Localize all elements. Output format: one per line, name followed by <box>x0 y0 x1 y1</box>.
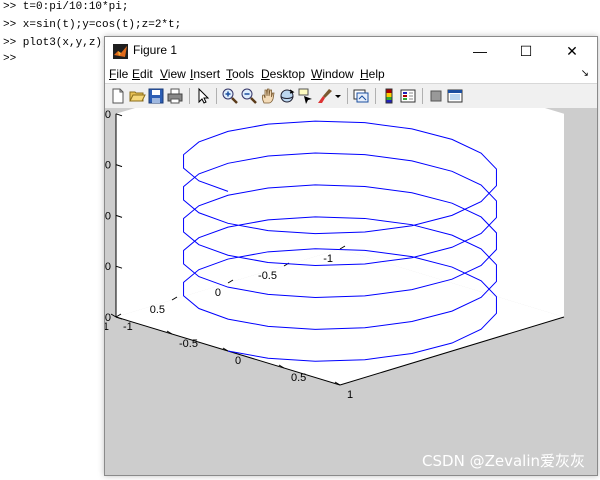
brush-icon[interactable] <box>316 87 334 105</box>
x-tick-label: -1 <box>123 321 133 333</box>
toolbar-separator <box>347 88 348 104</box>
console-line: >> x=sin(t);y=cos(t);z=2*t; <box>3 19 182 31</box>
y-tick-label: -0.5 <box>258 270 277 282</box>
data-cursor-icon[interactable] <box>297 87 315 105</box>
close-button[interactable]: ✕ <box>549 37 595 65</box>
link-plot-icon[interactable] <box>352 87 370 105</box>
matlab-logo-icon <box>113 44 128 59</box>
console-line: >> t=0:pi/10:10*pi; <box>3 1 129 13</box>
menu-help[interactable]: Help <box>360 67 385 81</box>
legend-icon[interactable] <box>399 87 417 105</box>
rotate-3d-icon[interactable] <box>278 87 296 105</box>
x-tick-label: 0 <box>235 355 241 367</box>
zoom-in-icon[interactable] <box>221 87 239 105</box>
figure-toolbar <box>105 83 597 109</box>
menu-bar: File Edit View Insert Tools Desktop Wind… <box>105 65 597 83</box>
plot-area[interactable]: 020406080-1-0.500.51-1-0.500.51 CSDN @Ze… <box>105 108 597 475</box>
new-figure-icon[interactable] <box>109 87 127 105</box>
toolbar-separator <box>189 88 190 104</box>
y-tick-label: 1 <box>105 321 109 333</box>
pan-icon[interactable] <box>259 87 277 105</box>
toolbar-separator <box>375 88 376 104</box>
brush-menu-icon[interactable] <box>333 87 343 105</box>
x-tick <box>110 313 117 318</box>
menu-desktop[interactable]: Desktop <box>261 67 305 81</box>
plot3-axes[interactable]: 020406080-1-0.500.51-1-0.500.51 <box>105 108 597 475</box>
menu-edit[interactable]: Edit <box>132 67 153 81</box>
edit-plot-icon[interactable] <box>194 87 212 105</box>
x-tick-label: 0.5 <box>291 372 306 384</box>
title-bar[interactable]: Figure 1 — ☐ ✕ <box>105 37 597 65</box>
toolbar-separator <box>422 88 423 104</box>
watermark-text: CSDN @Zevalin爱灰灰 <box>422 452 585 470</box>
toolbar-separator <box>216 88 217 104</box>
y-tick-label: 0 <box>215 287 221 299</box>
z-tick-label: 20 <box>105 261 111 273</box>
menu-file[interactable]: File <box>109 67 128 81</box>
save-icon[interactable] <box>147 87 165 105</box>
z-tick-label: 40 <box>105 210 111 222</box>
hide-plot-tools-icon[interactable] <box>427 87 445 105</box>
menu-insert[interactable]: Insert <box>190 67 220 81</box>
menu-view[interactable]: View <box>160 67 186 81</box>
menu-window[interactable]: Window <box>311 67 354 81</box>
print-icon[interactable] <box>166 87 184 105</box>
zoom-out-icon[interactable] <box>240 87 258 105</box>
open-file-icon[interactable] <box>128 87 146 105</box>
figure-window: Figure 1 — ☐ ✕ File Edit View Insert Too… <box>104 36 598 476</box>
x-tick-label: -0.5 <box>179 338 198 350</box>
y-tick-label: 0.5 <box>150 304 165 316</box>
window-title: Figure 1 <box>133 43 178 57</box>
colorbar-icon[interactable] <box>380 87 398 105</box>
maximize-button[interactable]: ☐ <box>503 37 549 65</box>
dock-arrow-icon[interactable]: ↘ <box>581 68 589 79</box>
z-tick-label: 60 <box>105 160 111 172</box>
show-plot-tools-icon[interactable] <box>446 87 464 105</box>
minimize-button[interactable]: — <box>457 37 503 65</box>
console-prompt[interactable]: >> <box>3 53 16 65</box>
z-tick-label: 80 <box>105 109 111 121</box>
x-tick-label: 1 <box>347 389 353 401</box>
y-tick-label: -1 <box>323 253 333 265</box>
menu-tools[interactable]: Tools <box>226 67 254 81</box>
console-line: >> plot3(x,y,z); <box>3 37 109 49</box>
